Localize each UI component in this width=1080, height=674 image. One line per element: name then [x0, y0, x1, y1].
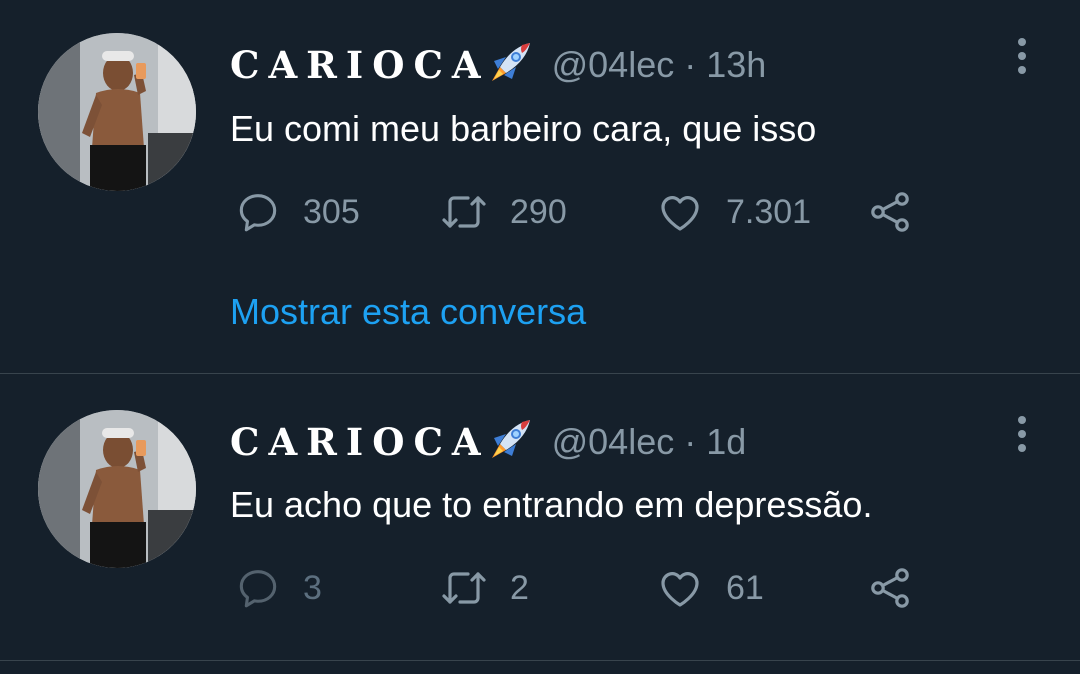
reply-icon — [239, 570, 277, 608]
rocket-icon — [486, 39, 534, 92]
tweet-text: Eu comi meu barbeiro cara, que isso — [230, 108, 817, 149]
rocket-icon — [486, 416, 534, 469]
like-button[interactable]: 61 — [656, 558, 764, 618]
reply-button[interactable]: 305 — [235, 182, 360, 242]
more-options-icon[interactable] — [1014, 38, 1030, 78]
display-name[interactable]: CARIOCA — [230, 43, 490, 87]
retweet-icon — [442, 196, 486, 228]
like-count: 61 — [726, 568, 764, 607]
separator-dot: · — [684, 44, 697, 85]
timestamp[interactable]: 13h — [706, 44, 766, 86]
tweet-item[interactable]: CARIOCA @04lec · 13h Eu comi meu barbeir… — [0, 0, 1080, 374]
tweet-actions: 3 2 61 — [230, 558, 930, 618]
tweet-text: Eu acho que to entrando em depressão. — [230, 484, 873, 525]
tweet-header: CARIOCA @04lec · 13h — [230, 40, 766, 90]
show-thread-link[interactable]: Mostrar esta conversa — [230, 291, 586, 333]
separator-dot: · — [684, 421, 697, 462]
retweet-button[interactable]: 290 — [440, 182, 567, 242]
user-handle[interactable]: @04lec — [552, 44, 675, 86]
retweet-icon — [442, 572, 486, 604]
heart-icon — [661, 572, 699, 607]
reply-icon — [239, 194, 277, 232]
tweet-actions: 305 290 7.301 — [230, 182, 930, 242]
share-icon — [871, 568, 909, 608]
like-button[interactable]: 7.301 — [656, 182, 811, 242]
tweet-item[interactable]: CARIOCA @04lec · 1d Eu acho que to entra… — [0, 374, 1080, 661]
reply-count: 305 — [303, 192, 360, 231]
share-button[interactable] — [866, 558, 914, 618]
share-icon — [871, 192, 909, 232]
retweet-button[interactable]: 2 — [440, 558, 529, 618]
avatar[interactable] — [38, 410, 196, 568]
retweet-count: 290 — [510, 192, 567, 231]
retweet-count: 2 — [510, 568, 529, 607]
reply-button[interactable]: 3 — [235, 558, 322, 618]
tweet-header: CARIOCA @04lec · 1d — [230, 417, 746, 467]
share-button[interactable] — [866, 182, 914, 242]
user-handle[interactable]: @04lec — [552, 421, 675, 463]
more-options-icon[interactable] — [1014, 416, 1030, 456]
reply-count: 3 — [303, 568, 322, 607]
display-name[interactable]: CARIOCA — [230, 420, 490, 464]
timestamp[interactable]: 1d — [706, 421, 746, 463]
heart-icon — [661, 196, 699, 231]
avatar[interactable] — [38, 33, 196, 191]
like-count: 7.301 — [726, 192, 812, 231]
